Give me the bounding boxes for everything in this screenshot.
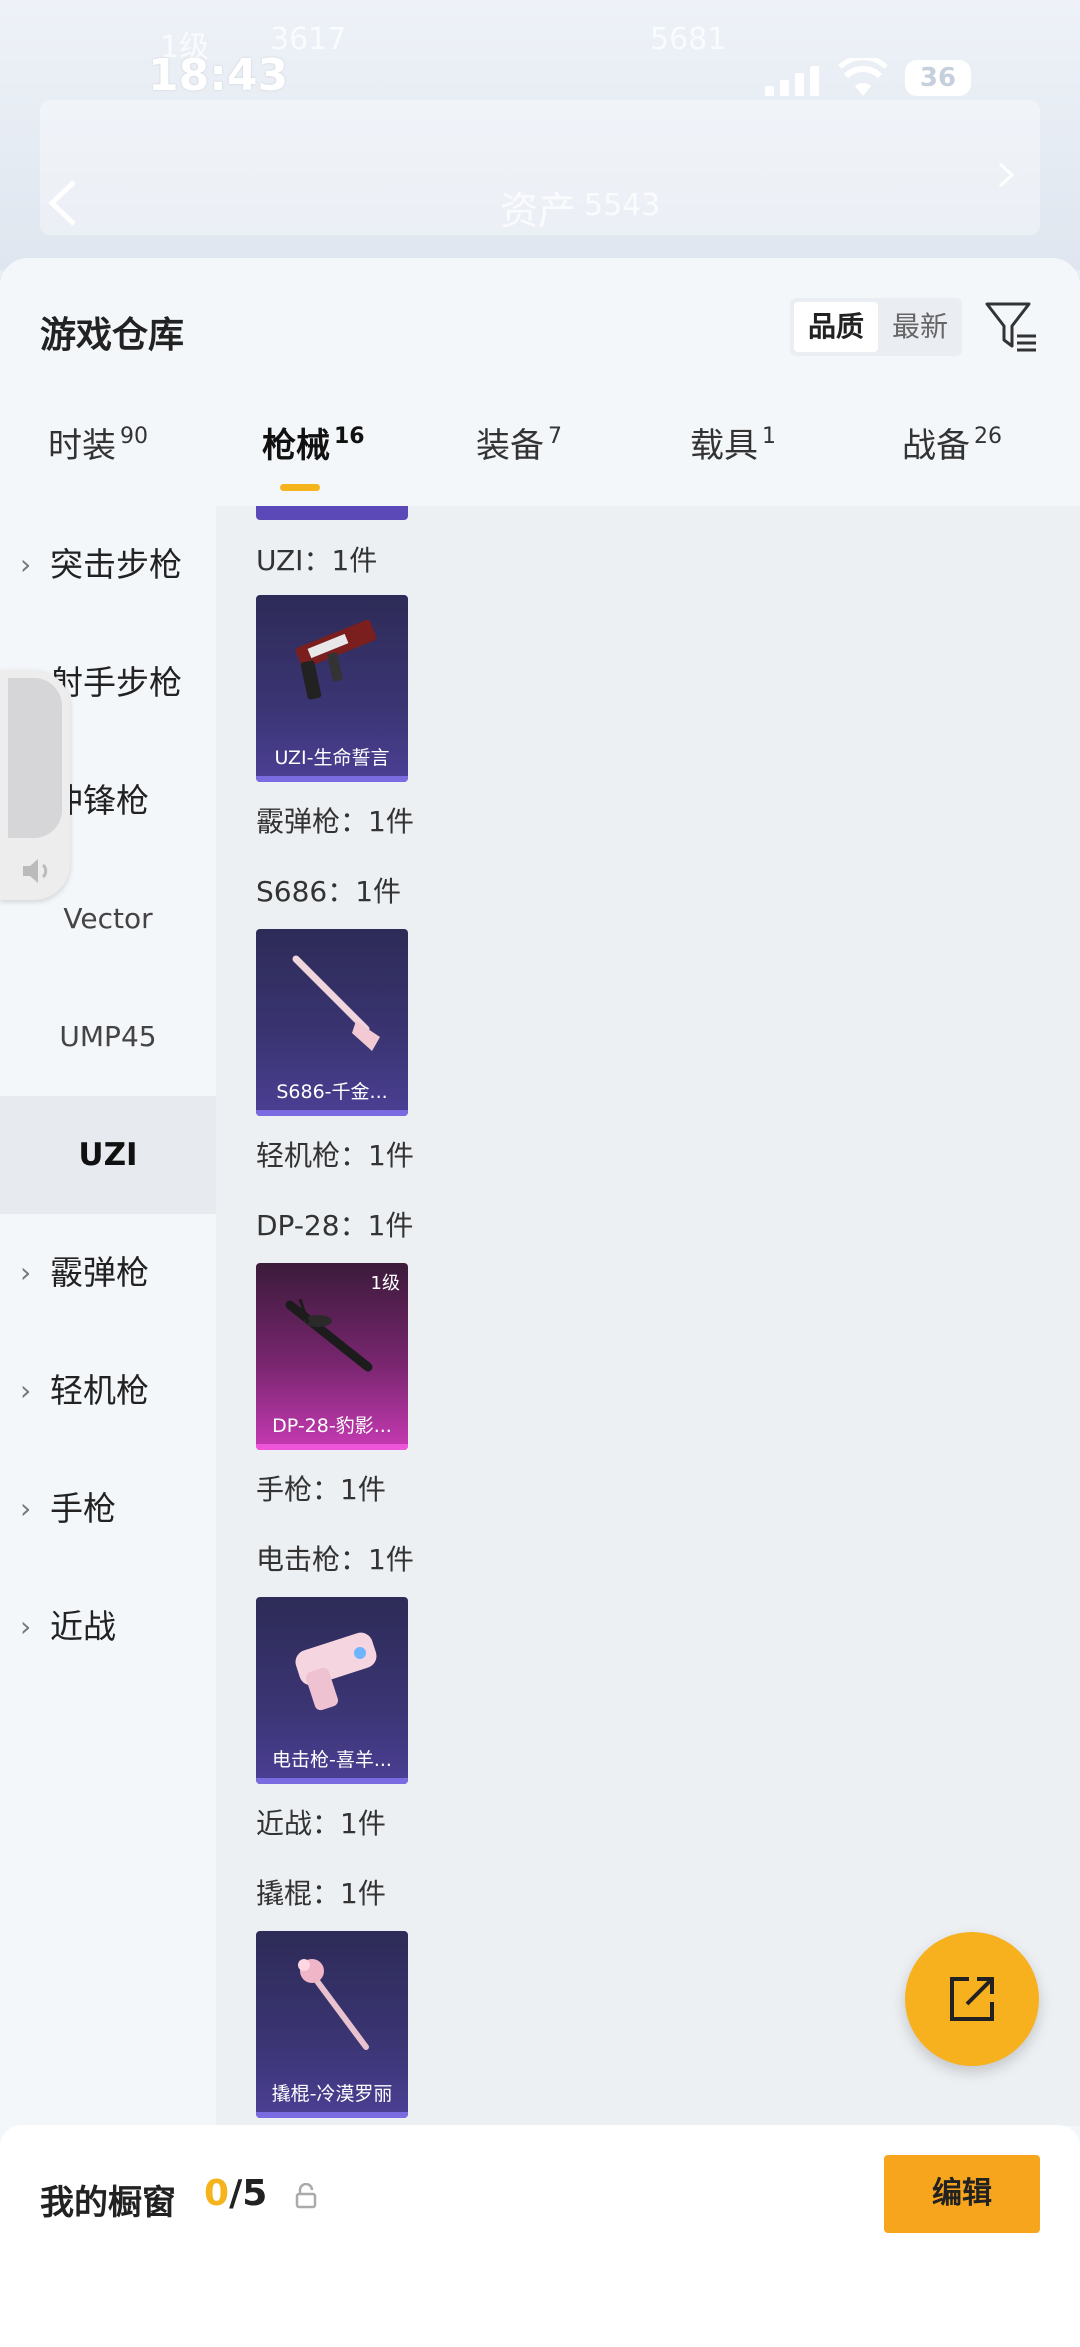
sort-quality-button[interactable]: 品质 — [794, 302, 878, 352]
chevron-right-icon: › — [20, 1492, 32, 1525]
battery-icon: 36 — [905, 60, 971, 96]
status-time: 18:43 — [148, 50, 289, 101]
previous-card-edge — [256, 506, 408, 520]
filter-icon[interactable] — [984, 300, 1038, 354]
nav-lmg[interactable]: › 轻机枪 — [0, 1332, 216, 1450]
share-external-icon — [950, 1977, 994, 2021]
item-list: UZI：1件 UZI-生命誓言 霰弹枪：1件 S686：1件 S686-千金..… — [216, 506, 1080, 2126]
edit-button[interactable]: 编辑 — [884, 2155, 1040, 2233]
showcase-title: 我的橱窗 — [40, 2183, 176, 2223]
mute-toggle[interactable] — [0, 670, 70, 900]
group-label: 手枪：1件 — [256, 1473, 386, 1506]
item-card-stun-gun[interactable]: 电击枪-喜羊... — [256, 1597, 408, 1784]
lmg-icon — [285, 1298, 373, 1372]
shotgun-icon — [292, 955, 380, 1051]
rarity-bar — [256, 776, 408, 782]
tab-supplies[interactable]: 战备 26 — [902, 418, 1002, 467]
group-label: S686：1件 — [256, 875, 402, 908]
nav-assault-rifle[interactable]: › 突击步枪 — [0, 506, 216, 624]
card-name: 电击枪-喜羊... — [272, 1749, 392, 1771]
nav-label: 手枪 — [50, 1489, 116, 1528]
background-assets-label: 资产 — [500, 189, 577, 233]
tab-label: 战备 — [902, 426, 970, 466]
nav-label: 轻机枪 — [50, 1371, 149, 1410]
tab-label: 枪械 — [262, 426, 330, 466]
card-name: S686-千金... — [276, 1081, 388, 1103]
tab-count: 16 — [334, 424, 365, 449]
lock-icon — [295, 2183, 317, 2209]
showcase-bar: 我的橱窗 0/5 编辑 — [0, 2125, 1080, 2347]
back-arrow-icon[interactable] — [44, 178, 84, 228]
uzi-icon — [295, 619, 377, 700]
tab-count: 1 — [762, 424, 776, 449]
nav-label: 突击步枪 — [50, 545, 182, 584]
share-button[interactable] — [905, 1932, 1039, 2066]
nav-melee[interactable]: › 近战 — [0, 1568, 216, 1686]
sheet-title: 游戏仓库 — [40, 315, 185, 356]
category-tabs: 时装 90 枪械 16 装备 7 载具 1 战备 26 — [0, 418, 1080, 508]
stun-gun-icon — [295, 1632, 377, 1711]
card-name: UZI-生命誓言 — [274, 747, 390, 769]
chevron-right-icon: › — [20, 1610, 32, 1643]
group-label: 霰弹枪：1件 — [256, 805, 414, 838]
tab-label: 载具 — [690, 426, 758, 466]
group-label: 近战：1件 — [256, 1807, 386, 1840]
card-name: DP-28-豹影... — [272, 1415, 392, 1437]
mute-track — [8, 678, 62, 838]
status-bar: 18:43 36 — [0, 40, 1080, 110]
tab-count: 26 — [974, 424, 1002, 449]
nav-label: 霰弹枪 — [50, 1253, 149, 1292]
tab-count: 90 — [120, 424, 148, 449]
item-card-crowbar[interactable]: 撬棍-冷漠罗丽 — [256, 1931, 408, 2118]
tab-vehicles[interactable]: 载具 1 — [690, 418, 776, 467]
tab-label: 时装 — [48, 426, 116, 466]
item-card-uzi[interactable]: UZI-生命誓言 — [256, 595, 408, 782]
group-label: DP-28：1件 — [256, 1209, 414, 1242]
tab-firearms[interactable]: 枪械 16 — [262, 418, 365, 467]
sort-toggle: 品质 最新 — [790, 298, 962, 356]
tab-count: 7 — [548, 424, 562, 449]
nav-sub-uzi[interactable]: UZI — [0, 1096, 216, 1214]
chevron-right-icon: › — [20, 1374, 32, 1407]
nav-shotgun[interactable]: › 霰弹枪 — [0, 1214, 216, 1332]
group-label: 轻机枪：1件 — [256, 1139, 414, 1172]
rarity-bar — [256, 2112, 408, 2118]
nav-sub-ump45[interactable]: UMP45 — [0, 978, 216, 1096]
crowbar-icon — [298, 1959, 369, 2050]
active-tab-indicator — [280, 484, 320, 491]
showcase-count: 0/5 — [204, 2173, 267, 2214]
group-label: UZI：1件 — [256, 544, 378, 577]
cellular-signal-icon — [765, 66, 823, 96]
chevron-right-icon: › — [20, 1256, 32, 1289]
chevron-right-icon[interactable] — [996, 160, 1016, 190]
background-page: 1级 3617 5681 资产 5543 18:43 36 — [0, 0, 1080, 270]
sort-newest-button[interactable]: 最新 — [880, 302, 960, 352]
group-label: 撬棍：1件 — [256, 1877, 386, 1910]
speaker-icon — [23, 859, 48, 883]
rarity-bar — [256, 1110, 408, 1116]
showcase-count-total: /5 — [229, 2173, 268, 2214]
tab-fashion[interactable]: 时装 90 — [48, 418, 148, 467]
rarity-bar — [256, 1444, 408, 1450]
background-assets-value: 5543 — [584, 188, 661, 223]
card-name: 撬棍-冷漠罗丽 — [271, 2083, 393, 2105]
item-card-dp28[interactable]: 1级 DP-28-豹影... — [256, 1263, 408, 1450]
nav-label: 近战 — [50, 1607, 116, 1646]
chevron-right-icon: › — [20, 548, 32, 581]
item-card-s686[interactable]: S686-千金... — [256, 929, 408, 1116]
nav-pistol[interactable]: › 手枪 — [0, 1450, 216, 1568]
tab-equipment[interactable]: 装备 7 — [476, 418, 562, 467]
showcase-count-current: 0 — [204, 2173, 230, 2214]
rarity-bar — [256, 1778, 408, 1784]
wifi-icon — [838, 58, 888, 96]
group-label: 电击枪：1件 — [256, 1543, 414, 1576]
tab-label: 装备 — [476, 426, 544, 466]
